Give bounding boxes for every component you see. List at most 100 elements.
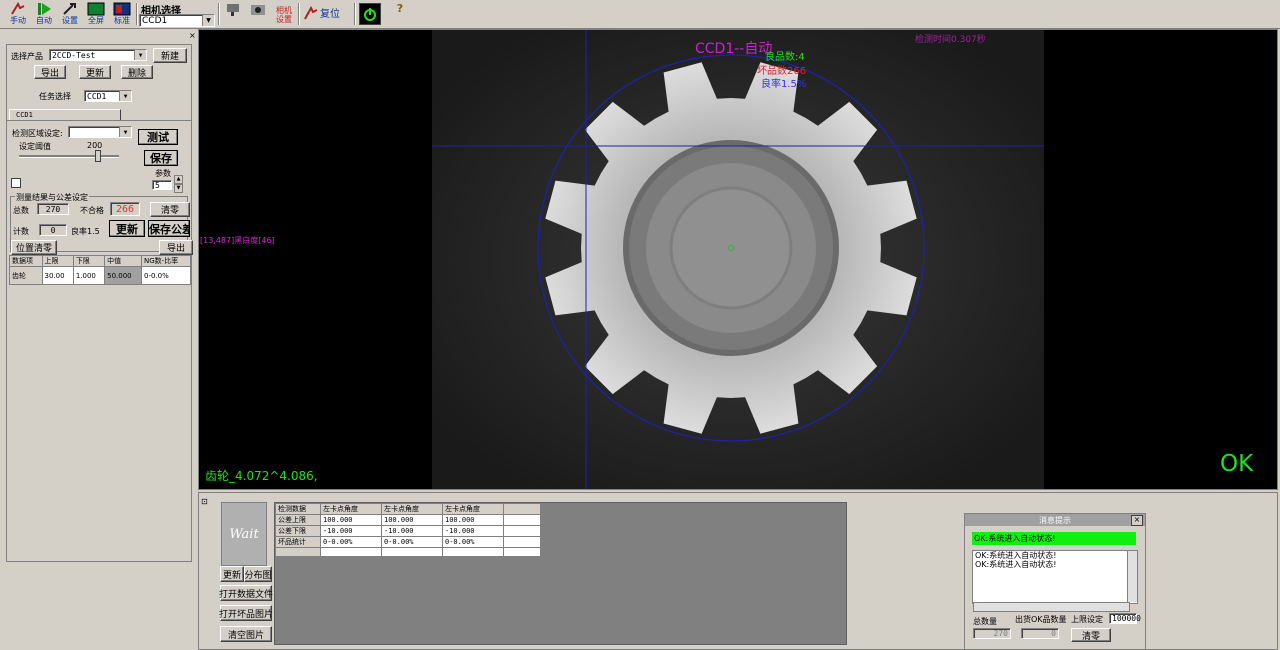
yield-text: 良率1.5%: [761, 79, 807, 90]
table-header-row: 数据项 上限 下限 中值 NG数-比率: [9, 255, 191, 267]
camera-capture-button[interactable]: [246, 2, 270, 26]
chevron-up-icon[interactable]: ▲: [174, 175, 183, 184]
table-cell: 0-0.00%: [442, 536, 504, 548]
manual-button[interactable]: 手动: [6, 2, 30, 26]
settings-button[interactable]: 设置: [58, 2, 82, 26]
table-row[interactable]: 公差上限 100.000 100.000 100.000: [275, 514, 541, 526]
region-dropdown[interactable]: ▼: [68, 126, 132, 138]
help-button[interactable]: ?: [388, 2, 412, 26]
message-log[interactable]: OK:系统进入自动状态! OK:系统进入自动状态!: [972, 550, 1138, 612]
clear-images-button[interactable]: 清空图片: [220, 626, 272, 642]
new-product-button[interactable]: 新建: [153, 48, 187, 63]
export-button[interactable]: 导出: [34, 65, 66, 79]
table-row[interactable]: 坏品统计 0-0.00% 0-0.00% 0-0.00%: [275, 536, 541, 548]
measure-group-title: 测量结果与公差设定: [15, 192, 89, 203]
limit-label: 上限设定: [1071, 615, 1103, 624]
table-header-cell: 数据项: [9, 255, 43, 267]
ng-ratio-cell: 0-0.0%: [141, 266, 191, 285]
ng-value: 266: [110, 202, 140, 216]
camera-settings-button[interactable]: 相机 设置: [272, 2, 296, 26]
settings-icon: [63, 3, 76, 15]
count-value: 0: [39, 224, 67, 236]
vertical-scrollbar[interactable]: [1127, 551, 1137, 602]
tolerance-table: 数据项 上限 下限 中值 NG数-比率 齿轮 30.00 1.000 50.00…: [9, 255, 191, 285]
threshold-label: 设定阈值: [19, 142, 51, 151]
update-thumbnail-button[interactable]: 更新: [220, 566, 244, 582]
table-row[interactable]: 齿轮 30.00 1.000 50.000 0-0.0%: [9, 266, 191, 285]
export-results-button[interactable]: 导出: [159, 240, 193, 255]
panel-pin-icon[interactable]: ⊡: [201, 497, 208, 506]
close-icon[interactable]: ×: [1131, 515, 1143, 526]
upper-limit-cell[interactable]: 30.00: [41, 266, 74, 285]
panel-close-icon[interactable]: ×: [189, 31, 196, 40]
table-cell: 公差上限: [275, 514, 321, 526]
pixel-info-text: [13,487]黑白度[46]: [200, 236, 275, 245]
standard-button[interactable]: 标准: [110, 2, 134, 26]
reset-icon: [304, 5, 318, 20]
threshold-slider-handle[interactable]: [95, 150, 101, 162]
table-cell: [503, 547, 541, 557]
save-button[interactable]: 保存: [144, 150, 178, 166]
ok-out-value: 0: [1021, 628, 1059, 639]
auto-button[interactable]: 自动: [32, 2, 56, 26]
table-cell: -10.000: [381, 525, 443, 537]
table-row[interactable]: 公差下限 -10.000 -10.000 -10.000: [275, 525, 541, 537]
message-window-titlebar[interactable]: 消息提示: [965, 514, 1145, 526]
open-data-file-button[interactable]: 打开数据文件: [219, 585, 273, 601]
table-cell: [320, 547, 382, 557]
distribution-button[interactable]: 分布图: [244, 566, 272, 582]
median-cell[interactable]: 50.000: [104, 266, 142, 285]
param-spinner[interactable]: ▲ ▼: [174, 175, 183, 193]
table-cell: -10.000: [320, 525, 382, 537]
power-button[interactable]: [359, 3, 381, 25]
camera-tool-icon: [227, 4, 239, 16]
clear-message-count-button[interactable]: 清零: [1071, 628, 1111, 642]
table-cell: [442, 547, 504, 557]
table-cell: [503, 525, 541, 537]
table-header-cell: 左卡点角度: [320, 503, 382, 515]
table-row[interactable]: [275, 547, 541, 557]
power-icon: [364, 8, 376, 21]
table-header-cell: 检测数据: [275, 503, 321, 515]
refresh-button[interactable]: 更新: [109, 220, 145, 237]
option-checkbox[interactable]: [11, 178, 21, 188]
table-cell: [381, 547, 443, 557]
table-cell: -10.000: [442, 525, 504, 537]
open-ng-image-button[interactable]: 打开坏品图片: [219, 605, 273, 621]
chevron-down-icon: ▼: [119, 91, 131, 101]
table-header-row: 检测数据 左卡点角度 左卡点角度 左卡点角度: [275, 503, 541, 515]
test-button[interactable]: 测试: [138, 129, 178, 145]
main-toolbar: 手动 自动 设置 全屏 标准 相机选择 CCD1 ▼ 相机 设置 复位 ?: [0, 0, 1280, 29]
save-tolerance-button[interactable]: 保存公差: [148, 220, 190, 237]
table-cell: 0-0.00%: [320, 536, 382, 548]
camera-tool-button[interactable]: [222, 2, 246, 26]
reset-button[interactable]: 复位: [302, 2, 350, 26]
product-dropdown[interactable]: 2CCD-Test ▼: [49, 49, 147, 61]
help-icon: ?: [396, 2, 404, 15]
data-grid: 检测数据 左卡点角度 左卡点角度 左卡点角度 公差上限 100.000 100.00…: [275, 503, 541, 557]
param-label: 参数: [155, 169, 171, 178]
clear-count-button[interactable]: 清零: [150, 202, 190, 217]
delete-button[interactable]: 删除: [121, 65, 153, 79]
camera-icon: [251, 5, 265, 15]
manual-run-icon: [11, 2, 25, 15]
data-grid-container: 检测数据 左卡点角度 左卡点角度 左卡点角度 公差上限 100.000 100.00…: [274, 502, 847, 645]
result-status-text: OK: [1220, 451, 1254, 477]
horizontal-scrollbar[interactable]: [973, 602, 1130, 612]
limit-input[interactable]: 100000: [1109, 613, 1141, 624]
total-qty-value: 270: [973, 628, 1011, 639]
lower-limit-cell[interactable]: 1.000: [72, 266, 106, 285]
camera-select-dropdown[interactable]: CCD1 ▼: [139, 14, 215, 27]
table-header-cell: 上限: [41, 255, 74, 267]
position-clear-button[interactable]: 位置清零: [11, 240, 57, 255]
table-cell: 100.000: [320, 514, 382, 526]
camera-image-viewport[interactable]: CCD1--自动 良品数:4 坏品数266 良率1.5% 检测时间0.307秒 …: [198, 29, 1278, 490]
param-input[interactable]: 5: [152, 180, 172, 190]
chevron-down-icon: ▼: [202, 15, 214, 26]
task-dropdown[interactable]: CCD1 ▼: [84, 90, 132, 102]
table-cell: [503, 536, 541, 548]
update-button[interactable]: 更新: [79, 65, 111, 79]
chevron-down-icon[interactable]: ▼: [174, 184, 183, 193]
threshold-slider-track[interactable]: [19, 155, 119, 158]
fullscreen-button[interactable]: 全屏: [84, 2, 108, 26]
